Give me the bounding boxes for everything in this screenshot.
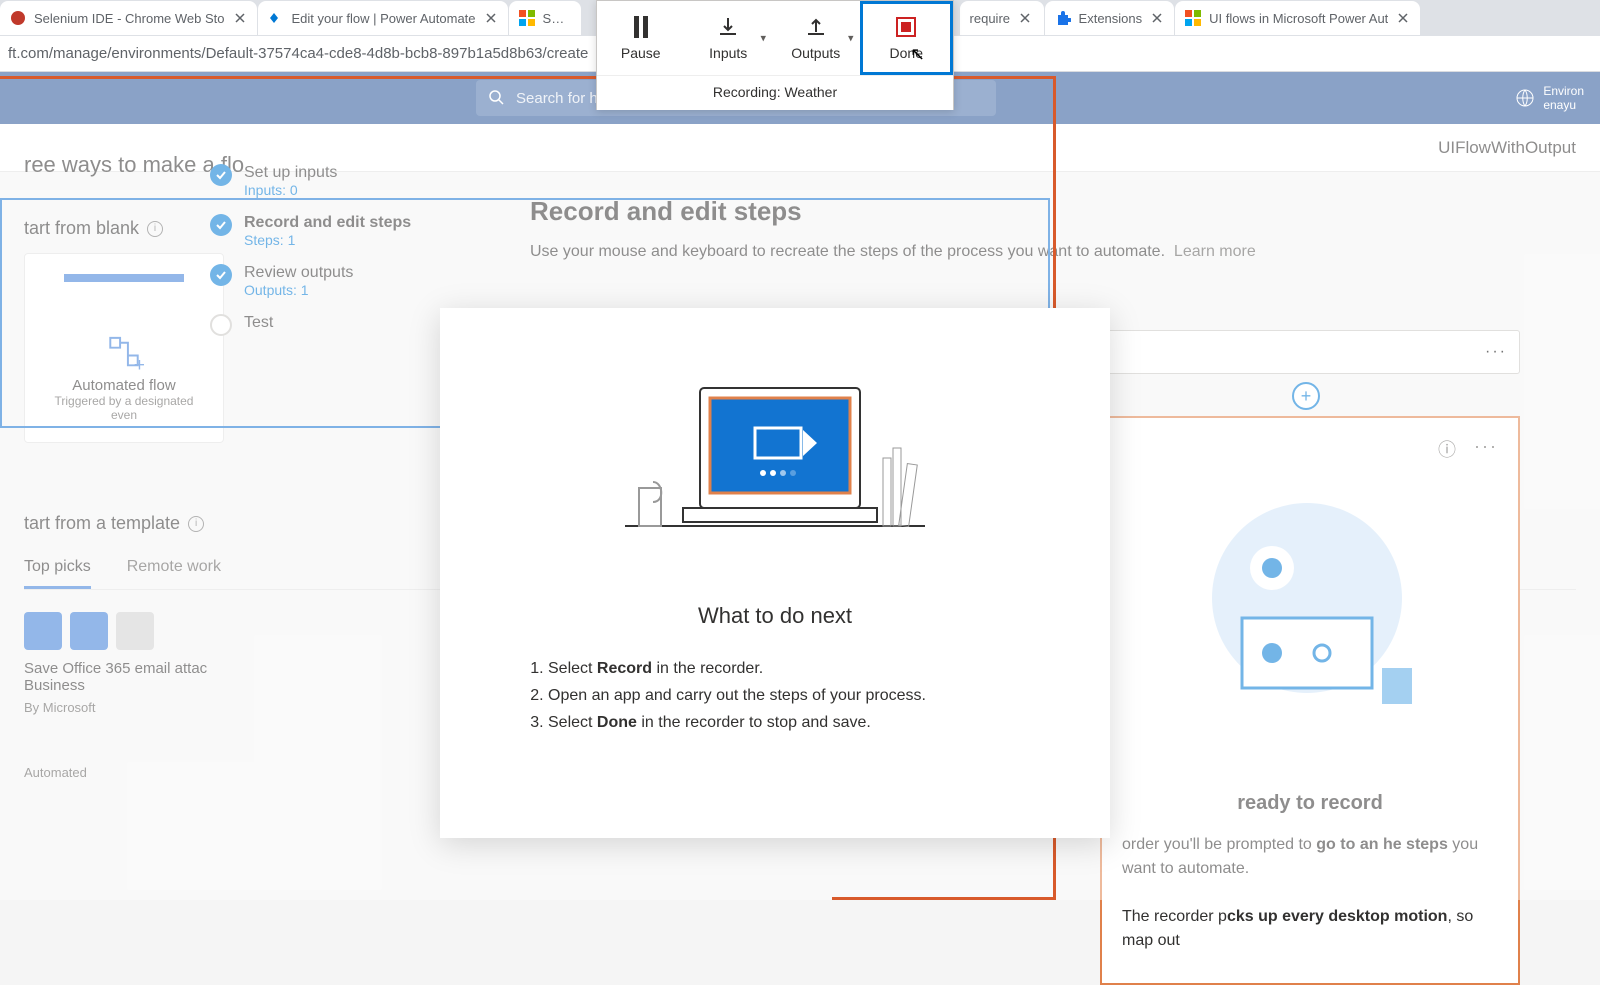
tab-title: Selenium IDE - Chrome Web Sto (34, 11, 225, 26)
stop-icon (895, 16, 917, 38)
template-title: Save Office 365 email attac Business (24, 660, 224, 694)
tab-title: UI flows in Microsoft Power Aut (1209, 11, 1388, 26)
tab-remote-work[interactable]: Remote work (127, 548, 221, 589)
modal-steps: Select Record in the recorder. Open an a… (548, 655, 1002, 737)
card-subtitle: Triggered by a designated even (45, 394, 203, 422)
instructions-modal: What to do next Select Record in the rec… (440, 308, 1110, 838)
tab-title: Extensions (1079, 11, 1143, 26)
svg-text:+: + (134, 354, 144, 371)
step-outputs[interactable]: Review outputsOutputs: 1 (210, 256, 500, 306)
flow-action-bar[interactable]: ··· (1100, 330, 1520, 374)
step-dot-empty (210, 314, 232, 336)
connector-icon (24, 612, 62, 650)
learn-more-link[interactable]: Learn more (1174, 243, 1256, 260)
browser-tab[interactable]: UI flows in Microsoft Power Aut (1175, 1, 1420, 35)
selenium-icon (10, 10, 26, 26)
browser-tab[interactable]: Extensions (1045, 1, 1175, 35)
outputs-button[interactable]: Outputs ▾ (772, 1, 860, 75)
tab-title: require (970, 11, 1010, 26)
pause-icon (632, 16, 650, 38)
connector-icon (116, 612, 154, 650)
step-inputs[interactable]: Set up inputsInputs: 0 (210, 156, 500, 206)
inputs-button[interactable]: Inputs ▾ (685, 1, 773, 75)
ms-icon (1185, 10, 1201, 26)
ready-title: ready to record (1122, 792, 1498, 815)
url-text: ft.com/manage/environments/Default-37574… (8, 45, 588, 62)
close-icon[interactable] (1150, 11, 1164, 25)
add-step-button[interactable]: + (1292, 382, 1320, 410)
close-icon[interactable] (233, 11, 247, 25)
recorder-toolbar: Pause Inputs ▾ Outputs ▾ Done Recording:… (596, 0, 954, 110)
chevron-down-icon[interactable]: ▾ (848, 32, 854, 45)
template-author: By Microsoft (24, 700, 224, 715)
search-icon (488, 89, 506, 107)
check-icon (215, 219, 227, 231)
more-icon[interactable]: ··· (1474, 436, 1498, 462)
tab-title: Edit your flow | Power Automate (292, 11, 476, 26)
laptop-record-icon (605, 378, 945, 548)
tab-top-picks[interactable]: Top picks (24, 548, 91, 589)
flow-card-automated[interactable]: + Automated flow Triggered by a designat… (24, 253, 224, 443)
modal-title: What to do next (488, 603, 1062, 629)
pause-button[interactable]: Pause (597, 1, 685, 75)
illustration-record-icon (1212, 478, 1422, 708)
card-title: Automated flow (72, 377, 175, 394)
more-icon[interactable]: ··· (1485, 343, 1507, 361)
close-icon[interactable] (1018, 11, 1032, 25)
outputs-icon (805, 16, 827, 38)
step-record[interactable]: Record and edit stepsSteps: 1 (210, 206, 500, 256)
inputs-icon (717, 16, 739, 38)
browser-tab[interactable]: require (960, 1, 1044, 35)
tab-title: Set up (543, 11, 571, 26)
done-button[interactable]: Done (860, 1, 954, 75)
ready-body: order you'll be prompted to go to an he … (1122, 833, 1498, 953)
browser-tab[interactable]: Selenium IDE - Chrome Web Sto (0, 1, 257, 35)
close-icon[interactable] (1396, 11, 1410, 25)
puzzle-icon (1055, 10, 1071, 26)
environment-picker[interactable]: Environenayu (1515, 84, 1584, 113)
card-accent (64, 274, 184, 282)
flow-icon (268, 10, 284, 26)
globe-icon (1515, 88, 1535, 108)
template-type: Automated (24, 765, 224, 780)
info-icon[interactable]: i (188, 516, 204, 532)
flow-branch-icon: + (104, 332, 144, 371)
ms-icon (519, 10, 535, 26)
chevron-down-icon[interactable]: ▾ (760, 32, 766, 45)
info-icon[interactable]: ⓘ (1438, 436, 1456, 462)
check-icon (215, 269, 227, 281)
close-icon[interactable] (484, 11, 498, 25)
browser-tab[interactable]: Set up (509, 1, 581, 35)
connector-icon (70, 612, 108, 650)
check-icon (215, 169, 227, 181)
recorder-status: Recording: Weather (597, 75, 953, 110)
info-icon[interactable]: i (147, 221, 163, 237)
template-card[interactable]: Save Office 365 email attac Business By … (24, 612, 224, 780)
browser-tab[interactable]: Edit your flow | Power Automate (258, 1, 508, 35)
